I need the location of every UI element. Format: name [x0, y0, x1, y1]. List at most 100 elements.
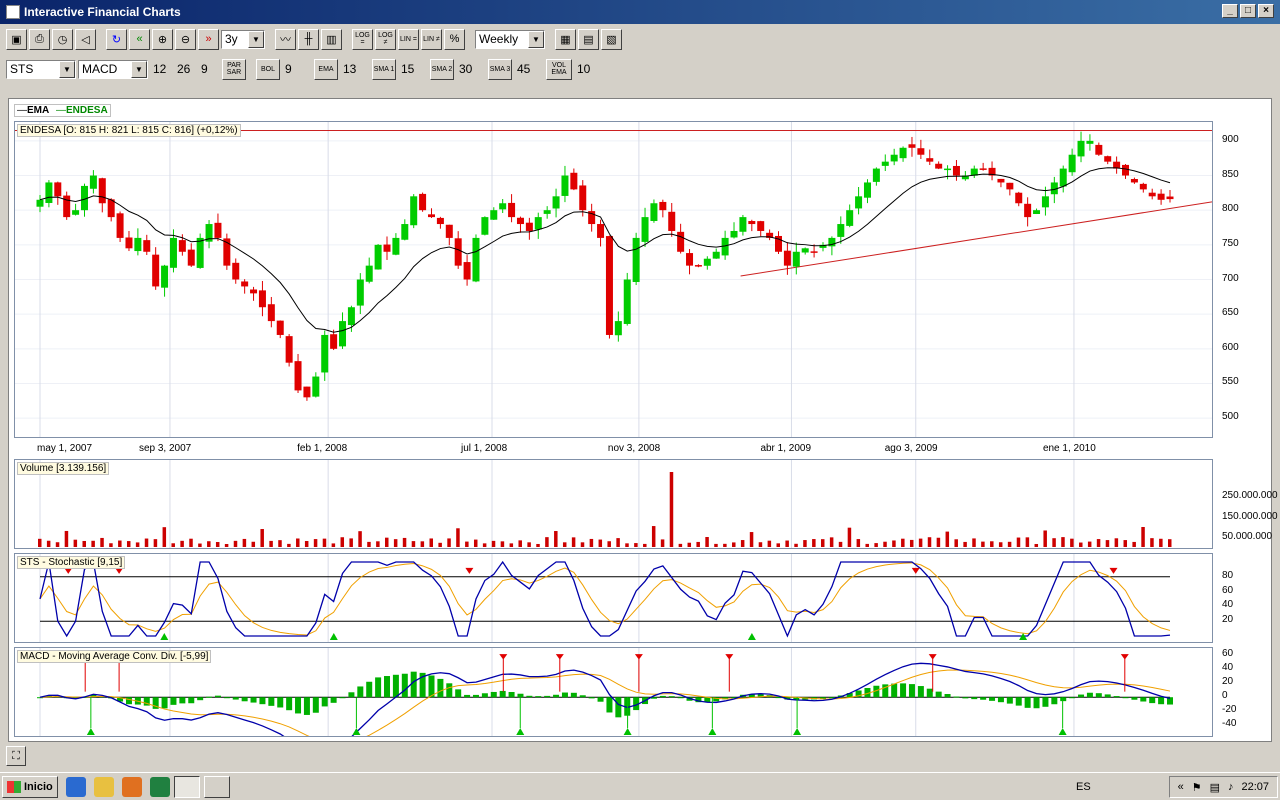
- macd-histogram-bar: [508, 692, 515, 698]
- log-notequal-button[interactable]: LOG ≠: [375, 28, 396, 50]
- close-button[interactable]: ×: [1258, 4, 1274, 18]
- volume-bar: [847, 527, 852, 547]
- candle-chart-icon[interactable]: ▥: [321, 28, 342, 50]
- lin-equal-button[interactable]: LIN =: [398, 28, 419, 50]
- volema-field[interactable]: 10: [574, 60, 596, 79]
- candle-body: [561, 175, 569, 196]
- minimize-button[interactable]: _: [1222, 4, 1238, 18]
- macd-histogram-bar: [606, 697, 613, 713]
- frequency-select[interactable]: Weekly ▼: [475, 29, 545, 49]
- line-chart-icon[interactable]: 〰: [275, 28, 296, 50]
- color-settings-icon[interactable]: ▦: [555, 28, 576, 50]
- macd-histogram-bar: [259, 697, 266, 705]
- log-equal-button[interactable]: LOG =: [352, 28, 373, 50]
- chevron-down-icon: ▼: [248, 30, 264, 48]
- sma3-field[interactable]: 45: [514, 60, 536, 79]
- clock-icon[interactable]: ◷: [52, 28, 73, 50]
- candle-body: [810, 251, 818, 253]
- open-icon[interactable]: ▣: [6, 28, 27, 50]
- folder-icon[interactable]: [94, 776, 114, 797]
- task-other-app[interactable]: [204, 775, 230, 798]
- tray-volume-icon[interactable]: ♪: [1228, 781, 1234, 793]
- macd-histogram-bar: [908, 684, 915, 698]
- maximize-button[interactable]: □: [1240, 4, 1256, 18]
- sma3-button[interactable]: SMA 3: [488, 58, 512, 80]
- stochastic-panel[interactable]: STS - Stochastic [9,15]: [14, 553, 1213, 643]
- indicator1-select[interactable]: STS ▼: [6, 59, 76, 79]
- price-panel[interactable]: ENDESA [O: 815 H: 821 L: 815 C: 816] (+0…: [14, 121, 1213, 438]
- chart-settings-icon[interactable]: ▤: [578, 28, 599, 50]
- tray-network-icon[interactable]: ▤: [1210, 781, 1220, 794]
- sma2-field[interactable]: 30: [456, 60, 478, 79]
- sma2-button[interactable]: SMA 2: [430, 58, 454, 80]
- price-y-tick: 500: [1222, 411, 1239, 423]
- tray-flag-icon[interactable]: ⚑: [1192, 781, 1202, 794]
- print-icon[interactable]: ⎙: [29, 28, 50, 50]
- macd-y-tick: 0: [1222, 690, 1228, 702]
- candle-body: [801, 248, 809, 253]
- volume-panel-label: Volume [3.139.156]: [17, 462, 110, 475]
- bol-field[interactable]: 9: [282, 60, 304, 79]
- tray-expand-icon[interactable]: «: [1178, 781, 1184, 793]
- sell-signal-marker: [928, 654, 937, 660]
- macd-histogram-bar: [935, 691, 942, 698]
- language-indicator[interactable]: ES: [1076, 781, 1091, 793]
- sell-signal-marker: [465, 567, 474, 574]
- period-select[interactable]: 3y ▼: [221, 29, 265, 49]
- macd-histogram-bar: [980, 697, 987, 700]
- macd-histogram-bar: [366, 681, 373, 698]
- volume-bar: [331, 543, 336, 547]
- forward-icon[interactable]: »: [198, 28, 219, 50]
- start-button[interactable]: Inicio: [2, 775, 58, 798]
- ie-icon[interactable]: [66, 776, 86, 797]
- macd-histogram-bar: [312, 697, 319, 713]
- bol-button[interactable]: BOL: [256, 58, 280, 80]
- volema-button[interactable]: VOL EMA: [546, 58, 572, 80]
- ema-field[interactable]: 13: [340, 60, 362, 79]
- export-icon[interactable]: ▧: [601, 28, 622, 50]
- price-y-tick: 650: [1222, 307, 1239, 319]
- macd-panel[interactable]: MACD - Moving Average Conv. Div. [-5,99]: [14, 647, 1213, 756]
- macd-fast-field[interactable]: 12: [150, 60, 172, 79]
- bar-chart-icon[interactable]: ╫: [298, 28, 319, 50]
- candle-body: [881, 161, 889, 166]
- candle-body: [134, 237, 142, 252]
- percent-button[interactable]: %: [444, 28, 465, 50]
- macd-signal-field[interactable]: 9: [198, 60, 220, 79]
- volume-bar: [616, 538, 620, 547]
- candle-body: [579, 185, 587, 211]
- volume-bar: [55, 542, 60, 547]
- candle-body: [232, 262, 240, 280]
- volume-bar: [153, 539, 158, 547]
- parsar-button[interactable]: PAR SAR: [222, 58, 246, 80]
- media-player-icon[interactable]: [122, 776, 142, 797]
- zoom-out-icon[interactable]: ⊖: [175, 28, 196, 50]
- zoom-in-icon[interactable]: ⊕: [152, 28, 173, 50]
- sound-icon[interactable]: ◁: [75, 28, 96, 50]
- start-label: Inicio: [24, 780, 53, 793]
- volume-bar: [509, 543, 514, 547]
- sell-signal-marker: [1120, 654, 1129, 660]
- sma1-field[interactable]: 15: [398, 60, 420, 79]
- macd-histogram-bar: [348, 692, 355, 698]
- volume-panel[interactable]: Volume [3.139.156]: [14, 459, 1213, 549]
- sell-signal-marker: [634, 654, 643, 660]
- task-financial-charts[interactable]: [174, 775, 200, 798]
- macd-histogram-bar: [944, 694, 951, 698]
- excel-icon[interactable]: [150, 776, 170, 797]
- macd-histogram-bar: [579, 695, 586, 698]
- back-icon[interactable]: «: [129, 28, 150, 50]
- indicator2-select[interactable]: MACD ▼: [78, 59, 148, 79]
- fullscreen-icon[interactable]: ⛶: [6, 746, 26, 766]
- volume-bar: [385, 537, 389, 547]
- lin-notequal-button[interactable]: LIN ≠: [421, 28, 442, 50]
- chevron-down-icon: ▼: [131, 60, 147, 78]
- macd-slow-field[interactable]: 26: [174, 60, 196, 79]
- volume-bar: [1034, 543, 1039, 547]
- ema-button[interactable]: EMA: [314, 58, 338, 80]
- volume-bar: [651, 526, 656, 547]
- volume-bar: [447, 538, 451, 547]
- sma1-button[interactable]: SMA 1: [372, 58, 396, 80]
- volume-bar: [322, 538, 327, 547]
- refresh-icon[interactable]: ↻: [106, 28, 127, 50]
